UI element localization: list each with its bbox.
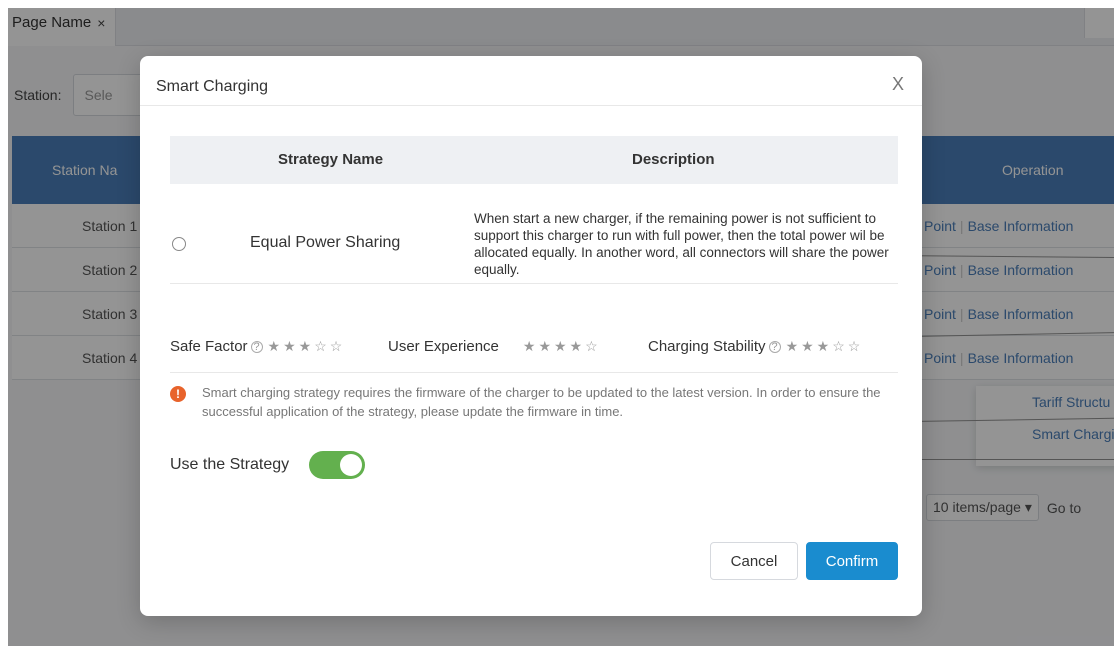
toggle-knob bbox=[340, 454, 363, 476]
strategy-table: Strategy Name Description Equal Power Sh… bbox=[170, 136, 898, 284]
strategy-description: When start a new charger, if the remaini… bbox=[474, 211, 889, 277]
strategy-table-header: Strategy Name Description bbox=[170, 136, 898, 184]
firmware-notice: ! Smart charging strategy requires the f… bbox=[170, 372, 898, 419]
header-strategy-name: Strategy Name bbox=[278, 151, 384, 168]
safe-factor-label: Safe Factor bbox=[170, 338, 248, 355]
firmware-notice-text: Smart charging strategy requires the fir… bbox=[202, 385, 881, 419]
header-description: Description bbox=[632, 151, 715, 168]
use-strategy-row: Use the Strategy bbox=[170, 451, 366, 479]
smart-charging-dialog: Smart Charging X Strategy Name Descripti… bbox=[140, 56, 922, 616]
cancel-button[interactable]: Cancel bbox=[710, 542, 798, 580]
strategy-ratings: Safe Factor ? ★★★☆☆ User Experience ★★★★… bbox=[170, 338, 898, 360]
user-experience-stars: ★★★★☆ bbox=[522, 338, 601, 354]
charging-stability-stars: ★★★☆☆ bbox=[785, 338, 864, 354]
user-experience-rating: User Experience ★★★★☆ bbox=[388, 338, 601, 355]
help-icon[interactable]: ? bbox=[768, 340, 781, 353]
strategy-name: Equal Power Sharing bbox=[250, 234, 401, 251]
close-icon[interactable]: X bbox=[892, 56, 904, 112]
use-strategy-toggle[interactable] bbox=[309, 451, 366, 479]
charging-stability-rating: Charging Stability ? ★★★☆☆ bbox=[648, 338, 863, 355]
safe-factor-stars: ★★★☆☆ bbox=[267, 338, 346, 354]
warning-icon: ! bbox=[170, 386, 186, 402]
strategy-radio[interactable] bbox=[172, 237, 186, 251]
dialog-title: Smart Charging bbox=[156, 78, 269, 95]
dialog-header: Smart Charging X bbox=[140, 56, 922, 106]
help-icon[interactable]: ? bbox=[250, 340, 263, 353]
safe-factor-rating: Safe Factor ? ★★★☆☆ bbox=[170, 338, 345, 355]
user-experience-label: User Experience bbox=[388, 338, 499, 355]
confirm-button[interactable]: Confirm bbox=[806, 542, 898, 580]
strategy-row: Equal Power Sharing When start a new cha… bbox=[170, 184, 898, 284]
use-strategy-label: Use the Strategy bbox=[170, 456, 290, 473]
charging-stability-label: Charging Stability bbox=[648, 338, 766, 355]
